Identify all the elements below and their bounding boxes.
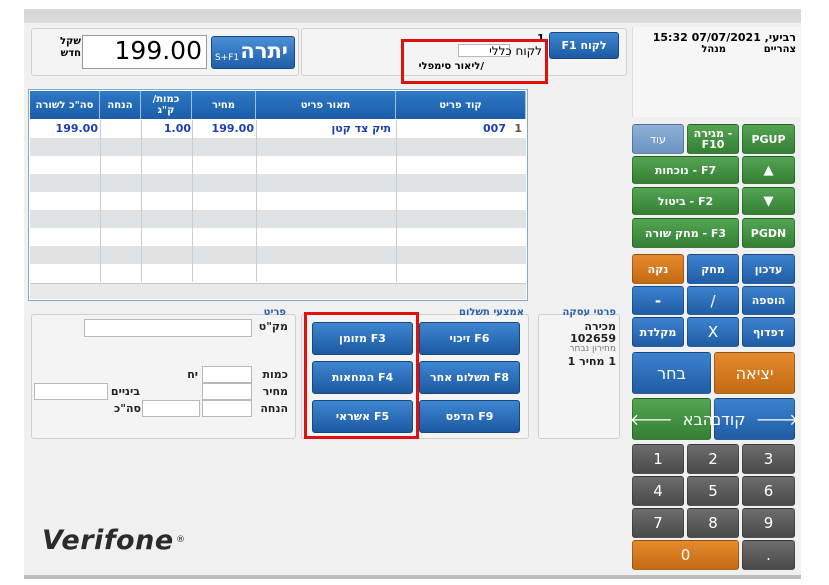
item-title: פריט [263,307,286,318]
key-0[interactable]: 0 [632,540,739,570]
multiply-button[interactable]: X [687,317,739,347]
total-field [142,400,200,417]
payments-highlight [304,312,419,439]
col-discount: הנחה [100,91,141,119]
arrow-down-icon[interactable]: ▼ [742,187,795,215]
price-label: מחיר [262,385,288,398]
verifone-logo: Verifone [42,525,174,556]
col-code: קוד פריט [396,91,526,119]
select-button[interactable]: בחר [632,352,711,394]
arrow-right-icon: 🡒 [755,410,799,429]
discount-label: הנחה [260,402,288,415]
key-3[interactable]: 3 [742,444,795,474]
next-button[interactable]: 🡐 הבא [629,398,714,440]
cancel-button[interactable]: ביטול - F2 [632,187,739,215]
print-button[interactable]: הדפס F9 [419,400,520,433]
key-6[interactable]: 6 [742,476,795,506]
qty-field[interactable] [202,366,252,383]
table-row[interactable]: 1 007 תיק צד קטן 199.00 1.00 199.00 [30,120,526,138]
sku-label: מק"ט [258,320,288,333]
col-description: תאור פריט [256,91,396,119]
prev-label: קודם [710,409,746,429]
arrow-up-icon[interactable]: ▲ [742,156,795,184]
minus-button[interactable]: - [632,286,684,315]
row-price: 199.00 [211,122,254,135]
pgdn-button[interactable]: PGDN [742,218,795,248]
stock-button[interactable]: נוכחות - F7 [632,156,739,184]
row-number: 1 [514,122,522,135]
subtotal-field [34,383,108,400]
balance-label: יתרה [240,39,288,63]
key-4[interactable]: 4 [632,476,684,506]
exit-button[interactable]: יציאה [714,352,795,394]
qty-label: כמות [262,368,288,381]
key-8[interactable]: 8 [687,508,739,538]
balance-shortcut: S+F1 [215,53,240,63]
qty-unit: יח [187,368,198,381]
payments-title: אמצעי תשלום [459,307,524,318]
transaction-title: פרטי עסקה [562,307,616,318]
prev-button[interactable]: קודם 🡒 [710,398,798,440]
pgup-button[interactable]: PGUP [742,124,795,154]
currency-label: שקל חדש [60,36,81,59]
keyboard-button[interactable]: מקלדת [632,317,684,347]
datetime: 15:32 07/07/2021 ,רביעי [652,31,796,44]
balance-amount: 199.00 [82,35,207,69]
key-9[interactable]: 9 [742,508,795,538]
update-button[interactable]: עדכון [742,254,795,284]
next-label: הבא [682,409,714,429]
key-2[interactable]: 2 [687,444,739,474]
pricelist-value: 1 מחיר 1 [567,355,616,368]
customer-highlight [401,39,548,84]
user-role: מנהל [701,44,726,55]
pricelist-label: מחירון נבחר [569,344,616,354]
row-quantity: 1.00 [163,122,191,135]
browse-button[interactable]: דפדוף [742,317,795,347]
slash-button[interactable]: / [687,286,739,315]
window-bottom-bar [24,575,801,579]
col-price: מחיר [192,91,256,119]
shift: צהריים [763,44,796,55]
balance-button[interactable]: S+F1 יתרה [211,36,295,69]
price-field[interactable] [202,383,252,400]
customer-button[interactable]: F1 לקוח [549,32,619,59]
key-5[interactable]: 5 [687,476,739,506]
drawer-button[interactable]: מגירה - F10 [687,124,739,154]
sku-input[interactable] [84,319,252,337]
other-payment-button[interactable]: תשלום אחר F8 [419,361,520,394]
row-total: 199.00 [55,122,98,135]
credit-button[interactable]: זיכוי F6 [419,322,520,355]
window-top-bar [24,9,801,23]
key-dot[interactable]: . [742,540,795,570]
clear-button[interactable]: נקה [632,254,684,284]
col-quantity: כמות/ ק"ג [141,91,192,119]
col-row-total: סה"כ לשורה [30,91,100,119]
arrow-left-icon: 🡐 [629,410,673,429]
table-scrollbar[interactable] [30,283,526,299]
subtotal-label: ביניים [110,385,140,398]
delete-row-button[interactable]: מחק שורה - F3 [632,218,739,248]
total-label: סה"כ [114,402,141,415]
registered-mark-icon: ® [176,535,185,545]
more-button[interactable]: עוד [632,124,684,154]
table-grid [30,120,526,282]
row-code: 007 [483,122,506,135]
row-description: תיק צד קטן [331,122,391,135]
key-1[interactable]: 1 [632,444,684,474]
add-button[interactable]: הוספה [742,286,795,315]
discount-field[interactable] [202,400,252,417]
erase-button[interactable]: מחק [687,254,739,284]
key-7[interactable]: 7 [632,508,684,538]
